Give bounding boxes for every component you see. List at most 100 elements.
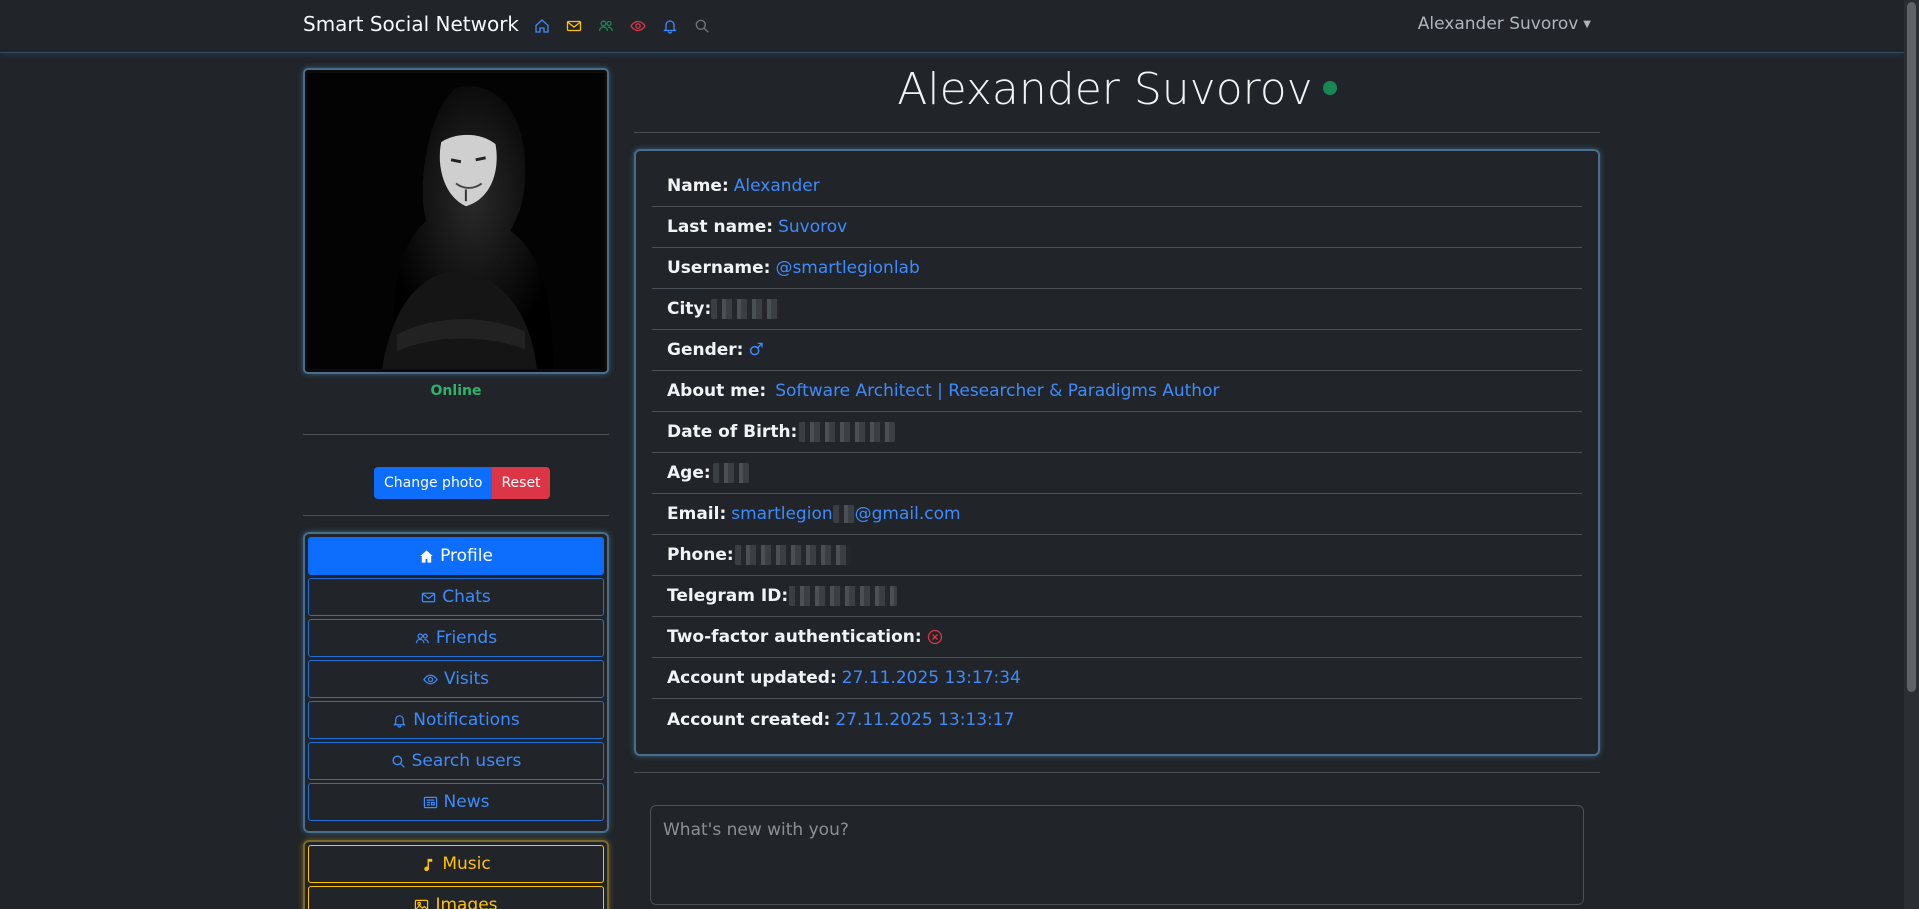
bell-icon[interactable]: [661, 17, 679, 35]
info-label: Two-factor authentication:: [667, 627, 922, 647]
sidebar-item-label: Images: [435, 895, 498, 909]
new-post-textarea[interactable]: What's new with you?: [650, 805, 1584, 905]
sidebar-item-visits[interactable]: Visits: [308, 660, 604, 698]
sidebar-item-images[interactable]: Images: [308, 886, 604, 909]
info-row-email: Email: smartlegion @gmail.com: [652, 494, 1582, 535]
photo-button-group: Change photo Reset: [374, 467, 550, 499]
avatar-image: [308, 73, 604, 369]
page-title: Alexander Suvorov: [634, 64, 1600, 115]
info-label: City:: [667, 299, 712, 319]
search-icon: [392, 755, 405, 768]
x-circle-icon: [927, 629, 943, 645]
divider: [303, 515, 609, 516]
info-value: smartlegion: [731, 504, 833, 524]
info-row-dob: Date of Birth:: [652, 412, 1582, 453]
info-value: 27.11.2025 13:17:34: [841, 668, 1021, 688]
online-indicator: [1322, 81, 1337, 95]
bell-icon: [393, 714, 407, 728]
sidebar-item-search-users[interactable]: Search users: [308, 742, 604, 780]
sidebar-item-friends[interactable]: Friends: [308, 619, 604, 657]
caret-down-icon: ▼: [1583, 18, 1591, 30]
info-row-gender: Gender: ♂: [652, 330, 1582, 371]
nav-icon-bar: [533, 17, 711, 35]
info-label: Date of Birth:: [667, 422, 798, 442]
search-icon[interactable]: [693, 17, 711, 35]
info-label: Telegram ID:: [667, 586, 789, 606]
new-post-placeholder: What's new with you?: [663, 820, 849, 840]
divider: [303, 434, 609, 435]
info-value: @smartlegionlab: [775, 258, 920, 278]
newspaper-icon: [423, 796, 437, 808]
info-row-phone: Phone:: [652, 535, 1582, 576]
info-row-telegram: Telegram ID:: [652, 576, 1582, 617]
info-label: Account updated:: [667, 668, 837, 688]
info-row-two-factor: Two-factor authentication:: [652, 617, 1582, 658]
info-value: Alexander: [733, 176, 820, 196]
sidebar-item-music[interactable]: Music: [308, 845, 604, 883]
info-label: About me:: [667, 381, 767, 401]
male-symbol-icon: ♂: [748, 340, 764, 360]
profile-name: Alexander Suvorov: [897, 64, 1313, 115]
sidebar-item-profile[interactable]: Profile: [308, 537, 604, 575]
info-value: Suvorov: [778, 217, 848, 237]
info-label: Age:: [667, 463, 711, 483]
brand-link[interactable]: Smart Social Network: [303, 12, 519, 36]
info-row-age: Age:: [652, 453, 1582, 494]
info-value: 27.11.2025 13:13:17: [835, 709, 1015, 730]
blurred-value: [711, 299, 780, 319]
sidebar-item-label: News: [443, 792, 490, 812]
divider: [634, 132, 1600, 133]
page-scrollbar[interactable]: [1904, 0, 1919, 909]
sidebar-item-label: Search users: [411, 751, 522, 771]
online-status: Online: [430, 383, 482, 399]
info-row-name: Name: Alexander: [652, 166, 1582, 207]
sidebar-item-news[interactable]: News: [308, 783, 604, 821]
info-label: Email:: [667, 504, 727, 524]
info-row-username: Username: @smartlegionlab: [652, 248, 1582, 289]
sidebar-item-label: Chats: [442, 587, 491, 607]
eye-icon[interactable]: [629, 17, 647, 35]
people-icon[interactable]: [597, 17, 615, 35]
profile-info-card: Name: Alexander Last name: Suvorov Usern…: [634, 149, 1600, 756]
eye-icon: [423, 674, 438, 684]
reset-photo-button[interactable]: Reset: [492, 467, 550, 499]
info-label: Phone:: [667, 545, 734, 565]
people-icon: [415, 632, 429, 643]
sidebar-item-label: Profile: [440, 546, 493, 566]
top-navbar: Smart Social Network Alexander Suvorov ▼: [0, 0, 1904, 53]
blurred-value: [734, 545, 851, 565]
sidebar-item-label: Visits: [443, 669, 490, 689]
envelope-icon: [422, 592, 436, 602]
envelope-icon[interactable]: [565, 17, 583, 35]
info-value: Software Architect | Researcher & Paradi…: [775, 381, 1220, 401]
blurred-value: [832, 505, 855, 523]
blurred-value: [799, 422, 896, 442]
sidebar-item-label: Notifications: [413, 710, 520, 730]
scrollbar-thumb[interactable]: [1907, 2, 1916, 692]
info-label: Username:: [667, 258, 771, 278]
info-row-updated: Account updated: 27.11.2025 13:17:34: [652, 658, 1582, 699]
sidebar-item-label: Friends: [435, 628, 498, 648]
sidebar-item-chats[interactable]: Chats: [308, 578, 604, 616]
sidebar-item-label: Music: [442, 854, 491, 874]
avatar: [303, 68, 609, 374]
sidebar-item-notifications[interactable]: Notifications: [308, 701, 604, 739]
user-dropdown-label: Alexander Suvorov: [1417, 14, 1579, 34]
info-row-created: Account created: 27.11.2025 13:13:17: [652, 699, 1582, 740]
info-label: Account created:: [667, 709, 831, 730]
music-note-icon: [424, 858, 433, 871]
sidebar-media-menu: Music Images: [303, 840, 609, 909]
user-dropdown[interactable]: Alexander Suvorov ▼: [1418, 14, 1591, 34]
info-row-last-name: Last name: Suvorov: [652, 207, 1582, 248]
change-photo-button[interactable]: Change photo: [374, 467, 493, 499]
sidebar-menu: Profile Chats Friends Visits Notificatio…: [303, 532, 609, 833]
house-icon: [420, 549, 433, 563]
info-label: Last name:: [667, 217, 774, 237]
info-label: Gender:: [667, 340, 744, 360]
info-label: Name:: [667, 176, 729, 196]
info-value: @gmail.com: [854, 504, 961, 524]
info-row-city: City:: [652, 289, 1582, 330]
divider: [634, 772, 1600, 773]
home-icon[interactable]: [533, 17, 551, 35]
blurred-value: [712, 463, 749, 483]
